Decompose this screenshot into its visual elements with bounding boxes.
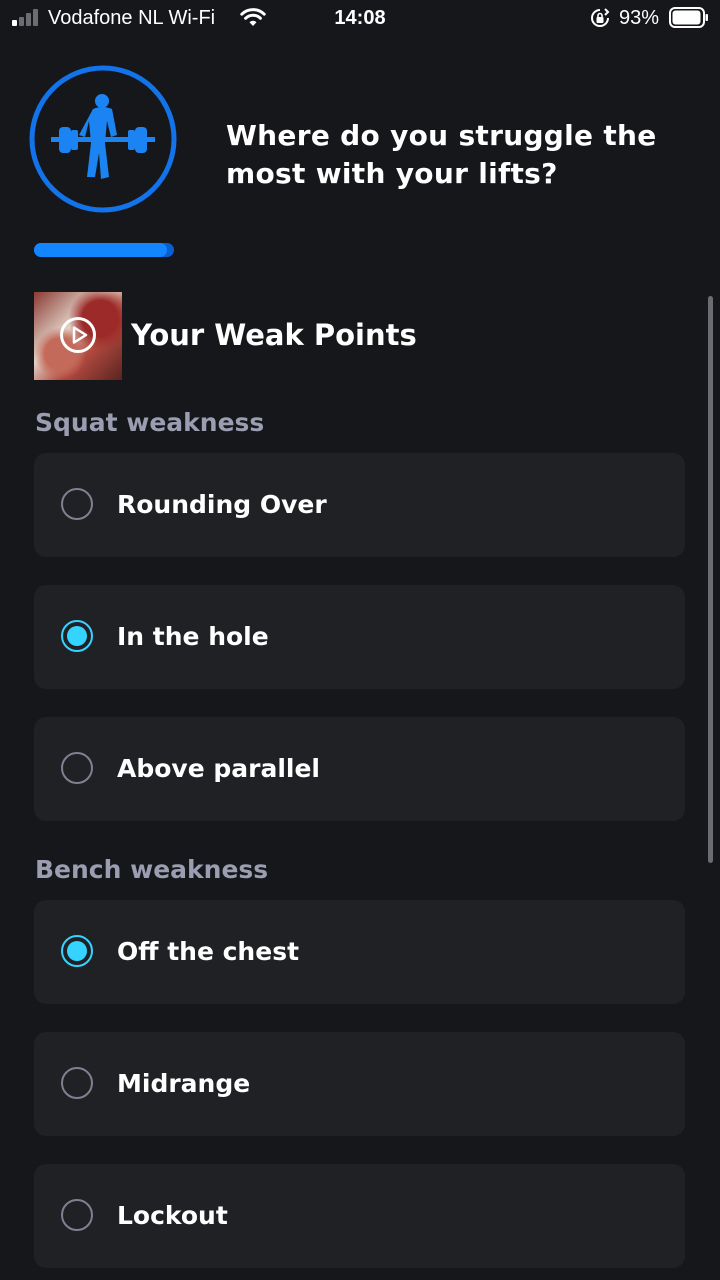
group-label-squat: Squat weakness (35, 408, 265, 437)
option-in-the-hole[interactable]: In the hole (34, 585, 685, 689)
progress-bar (34, 243, 174, 257)
group-label-bench: Bench weakness (35, 855, 269, 884)
option-label: Off the chest (117, 937, 300, 966)
option-lockout[interactable]: Lockout (34, 1164, 685, 1268)
option-label: Lockout (117, 1201, 228, 1230)
scrollbar[interactable] (708, 296, 713, 863)
option-label: Rounding Over (117, 490, 327, 519)
status-time: 14:08 (334, 7, 386, 29)
video-thumbnail[interactable] (34, 292, 122, 380)
option-label: In the hole (117, 622, 269, 651)
option-above-parallel[interactable]: Above parallel (34, 717, 685, 821)
option-label: Midrange (117, 1069, 251, 1098)
radio-button[interactable] (61, 488, 93, 520)
question-heading: Where do you struggle the most with your… (226, 119, 657, 190)
section-title: Your Weak Points (131, 318, 417, 352)
play-icon[interactable] (59, 316, 97, 354)
battery-percentage: 93% (619, 7, 660, 29)
radio-button[interactable] (61, 752, 93, 784)
powerlifter-deadlift-icon (29, 65, 177, 213)
progress-fill (34, 243, 167, 257)
battery-icon (669, 7, 708, 28)
orientation-lock-icon (591, 8, 610, 27)
option-rounding-over[interactable]: Rounding Over (34, 453, 685, 557)
option-off-the-chest[interactable]: Off the chest (34, 900, 685, 1004)
option-midrange[interactable]: Midrange (34, 1032, 685, 1136)
option-label: Above parallel (117, 754, 321, 783)
radio-button[interactable] (61, 935, 93, 967)
status-bar: Vodafone NL Wi-Fi 14:08 93% (0, 0, 720, 36)
radio-button[interactable] (61, 620, 93, 652)
radio-button[interactable] (61, 1067, 93, 1099)
radio-button[interactable] (61, 1199, 93, 1231)
